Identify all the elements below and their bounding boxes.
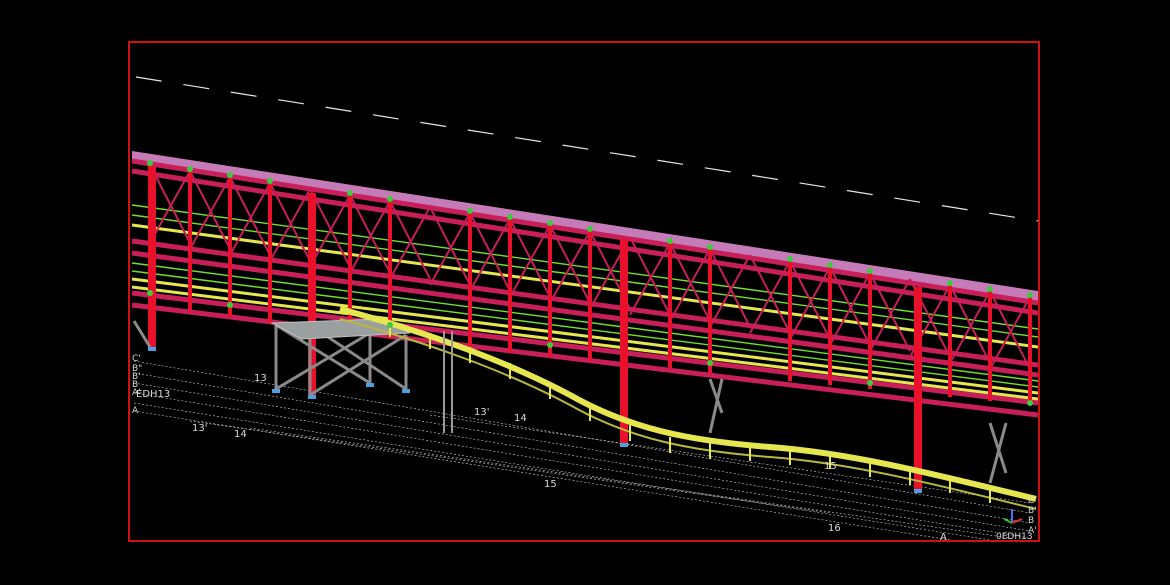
model-viewport[interactable]: C' B" B' B A' A EDH13 13 13' 14 13' 14 1…	[128, 41, 1040, 542]
grid-label-a: A	[132, 406, 139, 416]
grid-label-14-a: 14	[514, 413, 527, 424]
grid-label-16: 16	[828, 523, 841, 534]
grid-label-right-b: B	[1028, 516, 1034, 526]
grid-label-14-b: 14	[234, 429, 247, 440]
grid-tag-edh13: EDH13	[136, 389, 170, 400]
roof-deck	[132, 151, 1038, 301]
grid-label-13-prime-b: 13'	[192, 423, 207, 434]
cad-canvas[interactable]: C' B" B' B A' A EDH13 13 13' 14 13' 14 1…	[0, 0, 1170, 585]
grid-tag-0edh13: 0EDH13	[996, 532, 1033, 540]
grid-label-15-b: 15	[824, 461, 837, 472]
grid-label-right-c: C	[1028, 496, 1034, 506]
grid-label-15: 15	[544, 479, 557, 490]
grid-label-right-b-prime: B'	[1028, 506, 1037, 516]
grid-label-13: 13	[254, 373, 267, 384]
model-drawing[interactable]: C' B" B' B A' A EDH13 13 13' 14 13' 14 1…	[130, 43, 1038, 540]
grid-label-c-prime: C'	[132, 354, 141, 364]
grid-label-a-right: A	[940, 532, 947, 540]
grid-label-13-prime-a: 13'	[474, 407, 489, 418]
